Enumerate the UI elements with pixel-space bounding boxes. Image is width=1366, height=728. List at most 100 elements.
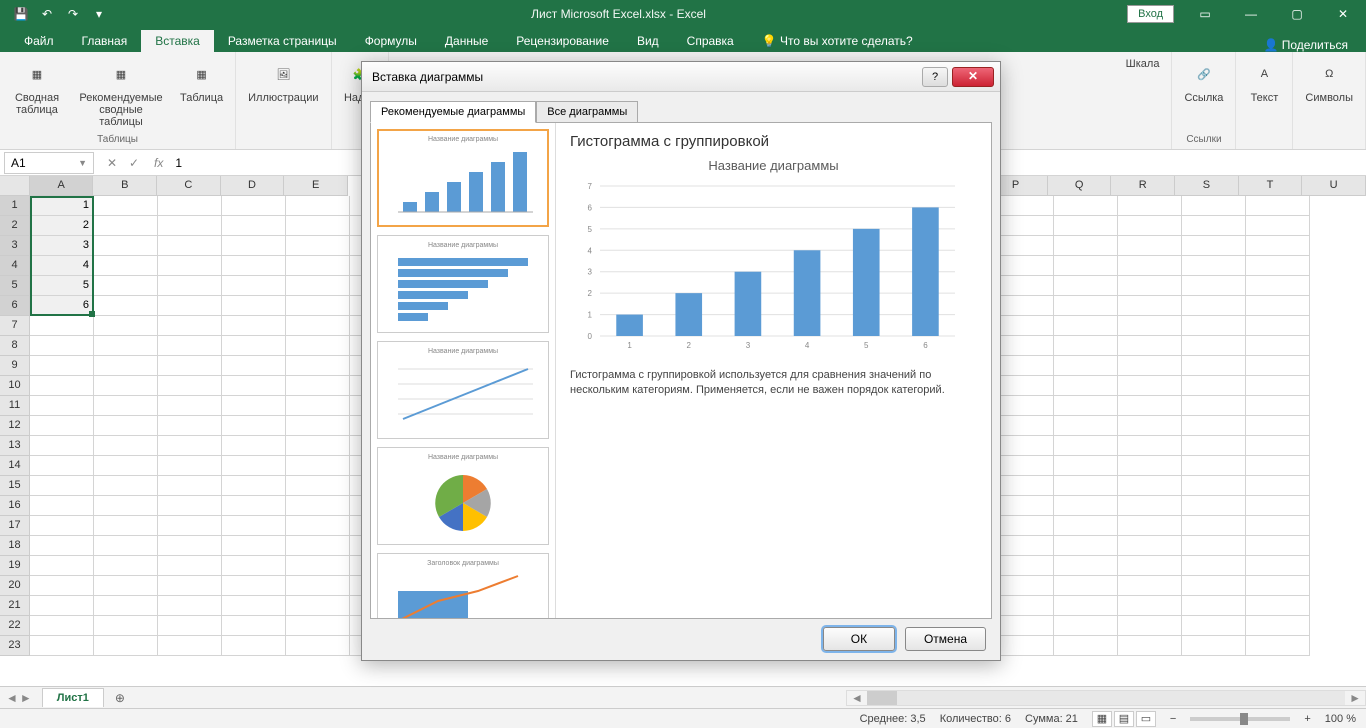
link-button[interactable]: 🔗Ссылка: [1180, 56, 1227, 106]
cell[interactable]: [1118, 536, 1182, 556]
cell[interactable]: [286, 296, 350, 316]
cell[interactable]: [158, 216, 222, 236]
cell[interactable]: [1118, 356, 1182, 376]
col-header[interactable]: E: [284, 176, 348, 196]
row-header[interactable]: 9: [0, 356, 30, 376]
cell[interactable]: [1118, 296, 1182, 316]
cell[interactable]: [94, 616, 158, 636]
cell[interactable]: [1182, 576, 1246, 596]
cell[interactable]: [1054, 456, 1118, 476]
cell[interactable]: [1246, 556, 1310, 576]
row-header[interactable]: 16: [0, 496, 30, 516]
ok-button[interactable]: ОК: [823, 627, 895, 651]
cell[interactable]: [1118, 276, 1182, 296]
cell[interactable]: [1246, 636, 1310, 656]
cell[interactable]: [1246, 216, 1310, 236]
col-header[interactable]: B: [93, 176, 157, 196]
cell[interactable]: [286, 436, 350, 456]
tab-formulas[interactable]: Формулы: [351, 30, 431, 52]
cell[interactable]: [94, 436, 158, 456]
cell[interactable]: [1246, 196, 1310, 216]
cell[interactable]: [286, 336, 350, 356]
cell[interactable]: 2: [30, 216, 94, 236]
cell[interactable]: [158, 496, 222, 516]
cell[interactable]: [1182, 456, 1246, 476]
share-button[interactable]: 👤 Поделиться: [1263, 38, 1348, 52]
cell[interactable]: [158, 576, 222, 596]
cell[interactable]: [1054, 436, 1118, 456]
chart-thumb-line[interactable]: Название диаграммы: [377, 341, 549, 439]
row-header[interactable]: 5: [0, 276, 30, 296]
cell[interactable]: [1118, 616, 1182, 636]
sheet-nav-next-icon[interactable]: ►: [20, 691, 32, 705]
cell[interactable]: [1118, 576, 1182, 596]
cell[interactable]: [222, 456, 286, 476]
cell[interactable]: [286, 396, 350, 416]
cell[interactable]: [1118, 236, 1182, 256]
cell[interactable]: [94, 316, 158, 336]
cell[interactable]: [1054, 396, 1118, 416]
row-header[interactable]: 22: [0, 616, 30, 636]
cell[interactable]: [1118, 376, 1182, 396]
cell[interactable]: 5: [30, 276, 94, 296]
cell[interactable]: [1182, 316, 1246, 336]
chart-thumb-bar[interactable]: Название диаграммы: [377, 235, 549, 333]
cell[interactable]: [222, 516, 286, 536]
sheet-nav-prev-icon[interactable]: ◄: [6, 691, 18, 705]
cell[interactable]: [1118, 456, 1182, 476]
col-header[interactable]: C: [157, 176, 221, 196]
cell[interactable]: [30, 436, 94, 456]
cell[interactable]: [30, 516, 94, 536]
cell[interactable]: [158, 196, 222, 216]
cell[interactable]: [1182, 336, 1246, 356]
dialog-help-button[interactable]: ?: [922, 67, 948, 87]
cell[interactable]: [30, 616, 94, 636]
cell[interactable]: [222, 336, 286, 356]
cell[interactable]: [94, 376, 158, 396]
cell[interactable]: [94, 536, 158, 556]
cell[interactable]: [1182, 196, 1246, 216]
cell[interactable]: [1182, 436, 1246, 456]
col-header[interactable]: U: [1302, 176, 1366, 196]
fx-icon[interactable]: fx: [148, 156, 169, 170]
zoom-out-icon[interactable]: −: [1170, 713, 1176, 725]
cell[interactable]: [286, 276, 350, 296]
cell[interactable]: [1246, 276, 1310, 296]
cell[interactable]: [1246, 316, 1310, 336]
col-header[interactable]: R: [1111, 176, 1175, 196]
cell[interactable]: [1118, 196, 1182, 216]
cell[interactable]: [1182, 636, 1246, 656]
cell[interactable]: [222, 556, 286, 576]
cell[interactable]: [1246, 516, 1310, 536]
cell[interactable]: [94, 276, 158, 296]
chart-thumb-combo[interactable]: Заголовок диаграммы: [377, 553, 549, 618]
row-header[interactable]: 6: [0, 296, 30, 316]
cell[interactable]: [158, 296, 222, 316]
tab-home[interactable]: Главная: [68, 30, 142, 52]
cell[interactable]: [1246, 296, 1310, 316]
cell[interactable]: [94, 336, 158, 356]
ribbon-options-icon[interactable]: ▭: [1182, 0, 1228, 28]
row-header[interactable]: 17: [0, 516, 30, 536]
symbols-button[interactable]: ΩСимволы: [1301, 56, 1357, 106]
row-header[interactable]: 1: [0, 196, 30, 216]
cell[interactable]: [1182, 396, 1246, 416]
cell[interactable]: [94, 256, 158, 276]
view-page-break-icon[interactable]: ▭: [1136, 711, 1156, 727]
cell[interactable]: [286, 516, 350, 536]
cell[interactable]: [286, 196, 350, 216]
cell[interactable]: [222, 216, 286, 236]
col-header[interactable]: D: [221, 176, 285, 196]
cell[interactable]: [222, 436, 286, 456]
cell[interactable]: [158, 236, 222, 256]
row-header[interactable]: 13: [0, 436, 30, 456]
cell[interactable]: [1182, 416, 1246, 436]
row-header[interactable]: 10: [0, 376, 30, 396]
row-header[interactable]: 12: [0, 416, 30, 436]
cell[interactable]: [1118, 216, 1182, 236]
row-header[interactable]: 3: [0, 236, 30, 256]
cell[interactable]: [1118, 496, 1182, 516]
cell[interactable]: [94, 456, 158, 476]
row-header[interactable]: 15: [0, 476, 30, 496]
cell[interactable]: [286, 596, 350, 616]
